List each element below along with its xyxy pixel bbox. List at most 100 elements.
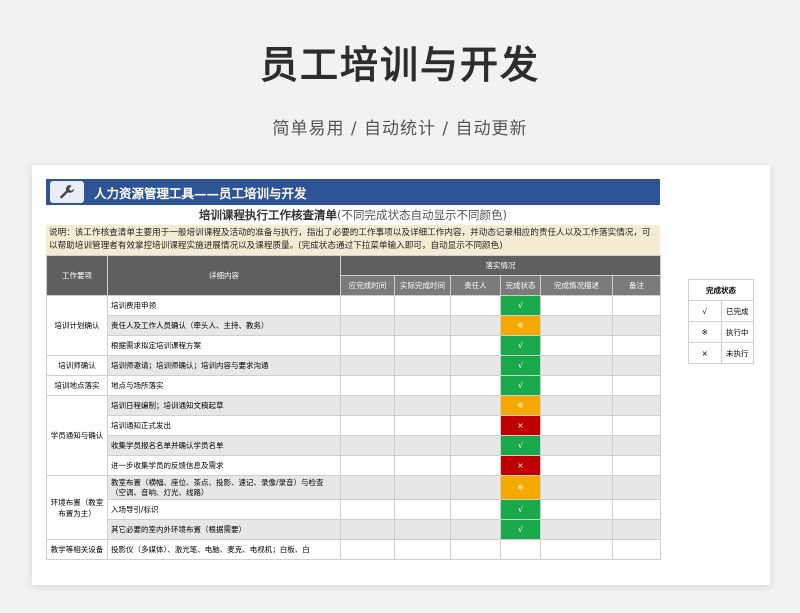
sheet-banner-title: 人力资源管理工具——员工培训与开发 (94, 185, 307, 201)
note-cell[interactable] (611, 499, 662, 520)
work-item-cell[interactable]: 教学等相关设备 (46, 539, 108, 560)
note-cell[interactable] (611, 315, 662, 336)
work-item-cell[interactable]: 培训师确认 (46, 355, 108, 376)
detail-cell[interactable]: 投影仪（多媒体）、激光笔、电脑、麦克、电视机；白板、白 (107, 539, 341, 560)
status-cell[interactable]: √ (500, 355, 541, 376)
status-cell[interactable]: ※ (500, 475, 541, 500)
detail-cell[interactable]: 责任人及工作人员确认（牵头人、主持、教务） (107, 315, 341, 336)
detail-cell[interactable]: 进一步收集学员的反馈信息及需求 (107, 455, 341, 476)
status-desc-cell[interactable] (540, 435, 613, 456)
status-cell[interactable]: √ (500, 295, 541, 316)
status-cell[interactable]: × (500, 455, 541, 476)
planned-time-cell[interactable] (340, 355, 395, 376)
note-cell[interactable] (611, 475, 662, 500)
actual-time-cell[interactable] (394, 455, 451, 476)
status-cell[interactable]: √ (500, 335, 541, 356)
header-actual-time: 实际完成时间 (394, 275, 451, 296)
status-cell[interactable]: × (500, 415, 541, 436)
detail-cell[interactable]: 培训通知正式发出 (107, 415, 341, 436)
status-desc-cell[interactable] (540, 395, 613, 416)
note-cell[interactable] (611, 435, 662, 456)
planned-time-cell[interactable] (340, 519, 395, 540)
actual-time-cell[interactable] (394, 415, 451, 436)
status-cell[interactable]: ※ (500, 315, 541, 336)
actual-time-cell[interactable] (394, 355, 451, 376)
work-item-cell[interactable]: 环境布置（教室布置为主） (46, 475, 108, 540)
status-desc-cell[interactable] (540, 539, 613, 560)
note-cell[interactable] (611, 335, 662, 356)
status-cell[interactable]: √ (500, 499, 541, 520)
owner-cell[interactable] (450, 415, 501, 436)
detail-cell[interactable]: 培训费用申领 (107, 295, 341, 316)
note-cell[interactable] (611, 375, 662, 396)
status-desc-cell[interactable] (540, 455, 613, 476)
planned-time-cell[interactable] (340, 295, 395, 316)
actual-time-cell[interactable] (394, 499, 451, 520)
owner-cell[interactable] (450, 519, 501, 540)
detail-cell[interactable]: 其它必要的室内外环境布置（根据需要） (107, 519, 341, 540)
planned-time-cell[interactable] (340, 435, 395, 456)
planned-time-cell[interactable] (340, 499, 395, 520)
planned-time-cell[interactable] (340, 335, 395, 356)
note-cell[interactable] (611, 395, 662, 416)
status-desc-cell[interactable] (540, 295, 613, 316)
detail-cell[interactable]: 地点与场所落实 (107, 375, 341, 396)
owner-cell[interactable] (450, 295, 501, 316)
header-detail: 详细内容 (107, 255, 341, 296)
actual-time-cell[interactable] (394, 295, 451, 316)
note-cell[interactable] (611, 355, 662, 376)
work-item-cell[interactable]: 培训计划确认 (46, 295, 108, 356)
owner-cell[interactable] (450, 435, 501, 456)
actual-time-cell[interactable] (394, 475, 451, 500)
owner-cell[interactable] (450, 355, 501, 376)
status-desc-cell[interactable] (540, 499, 613, 520)
owner-cell[interactable] (450, 335, 501, 356)
work-item-cell[interactable]: 培训地点落实 (46, 375, 108, 396)
owner-cell[interactable] (450, 499, 501, 520)
owner-cell[interactable] (450, 475, 501, 500)
owner-cell[interactable] (450, 395, 501, 416)
owner-cell[interactable] (450, 315, 501, 336)
detail-cell[interactable]: 教室布置（横幅、座位、茶点、投影、速记、录像/录音）与检查（空调、音响、灯光、线… (107, 475, 341, 500)
planned-time-cell[interactable] (340, 375, 395, 396)
owner-cell[interactable] (450, 539, 501, 560)
note-cell[interactable] (611, 519, 662, 540)
detail-cell[interactable]: 收集学员报名名单并确认学员名单 (107, 435, 341, 456)
status-desc-cell[interactable] (540, 355, 613, 376)
status-cell[interactable]: ※ (500, 395, 541, 416)
planned-time-cell[interactable] (340, 395, 395, 416)
note-cell[interactable] (611, 455, 662, 476)
status-desc-cell[interactable] (540, 519, 613, 540)
owner-cell[interactable] (450, 375, 501, 396)
note-cell[interactable] (611, 539, 662, 560)
detail-cell[interactable]: 根据需求拟定培训课程方案 (107, 335, 341, 356)
detail-cell[interactable]: 培训日程编制；培训通知文稿起草 (107, 395, 341, 416)
status-cell[interactable]: √ (500, 435, 541, 456)
status-cell[interactable] (500, 539, 541, 560)
planned-time-cell[interactable] (340, 415, 395, 436)
actual-time-cell[interactable] (394, 519, 451, 540)
owner-cell[interactable] (450, 455, 501, 476)
detail-cell[interactable]: 培训师邀请；培训师确认；培训内容与要求沟通 (107, 355, 341, 376)
actual-time-cell[interactable] (394, 335, 451, 356)
detail-cell[interactable]: 入场导引/标识 (107, 499, 341, 520)
actual-time-cell[interactable] (394, 395, 451, 416)
actual-time-cell[interactable] (394, 539, 451, 560)
planned-time-cell[interactable] (340, 475, 395, 500)
status-desc-cell[interactable] (540, 475, 613, 500)
note-cell[interactable] (611, 415, 662, 436)
planned-time-cell[interactable] (340, 539, 395, 560)
status-desc-cell[interactable] (540, 315, 613, 336)
status-cell[interactable]: √ (500, 375, 541, 396)
actual-time-cell[interactable] (394, 315, 451, 336)
status-desc-cell[interactable] (540, 375, 613, 396)
note-cell[interactable] (611, 295, 662, 316)
status-cell[interactable]: √ (500, 519, 541, 540)
planned-time-cell[interactable] (340, 315, 395, 336)
actual-time-cell[interactable] (394, 435, 451, 456)
actual-time-cell[interactable] (394, 375, 451, 396)
status-desc-cell[interactable] (540, 415, 613, 436)
status-desc-cell[interactable] (540, 335, 613, 356)
planned-time-cell[interactable] (340, 455, 395, 476)
work-item-cell[interactable]: 学员通知与确认 (46, 395, 108, 476)
